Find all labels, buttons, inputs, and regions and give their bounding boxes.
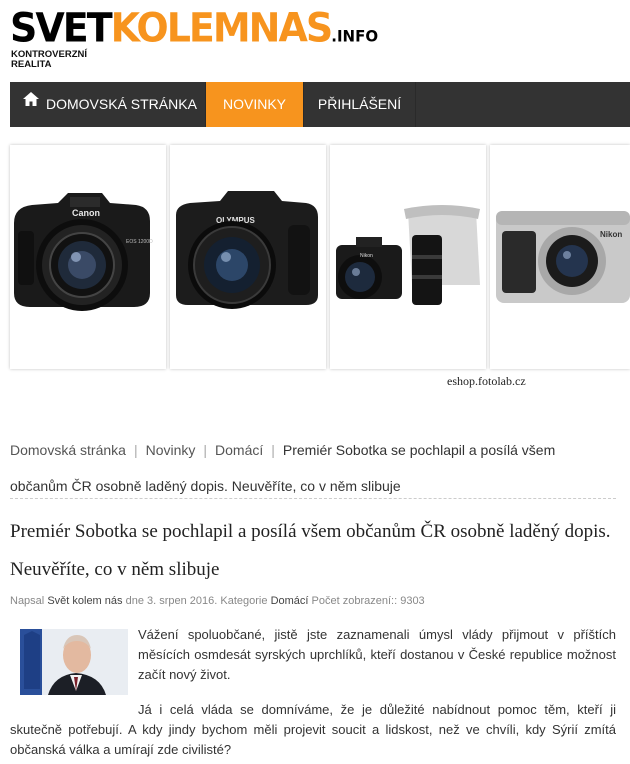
breadcrumb-item-news[interactable]: Novinky [146, 442, 196, 458]
breadcrumb-separator: | [133, 442, 138, 458]
article-portrait-image [20, 629, 128, 695]
camera-brand-nikon-kit: Nikon [360, 253, 373, 259]
ad-camera-canon[interactable]: Canon EOS 1200D [10, 145, 166, 369]
ad-camera-nikon-kit[interactable]: Nikon [330, 145, 486, 369]
nav-item-login[interactable]: PŘIHLÁŠENÍ [304, 82, 416, 127]
logo-tagline-line-2: REALITA [11, 59, 52, 70]
breadcrumb-item-domestic[interactable]: Domácí [215, 442, 263, 458]
camera-olympus-image: OLYMPUS [176, 191, 318, 309]
breadcrumb-separator: | [203, 442, 208, 458]
meta-category[interactable]: Domácí [271, 595, 309, 607]
camera-brand-canon: Canon [72, 208, 100, 218]
nav-item-home-label: DOMOVSKÁ STRÁNKA [46, 96, 197, 112]
article-title: Premiér Sobotka se pochlapil a posílá vš… [10, 521, 611, 580]
logo-tagline: KONTROVERZNÍ REALITA [11, 50, 87, 70]
camera-nikon-silver-image: Nikon [496, 211, 630, 303]
article-meta: Napsal Svět kolem nás dne 3. srpen 2016.… [10, 595, 425, 607]
camera-brand-nikon-silver: Nikon [600, 230, 622, 239]
nav-item-news-label: NOVINKY [222, 96, 286, 112]
meta-views: 9303 [400, 595, 425, 607]
meta-date-label: dne [125, 595, 144, 607]
meta-category-label: Kategorie [220, 595, 268, 607]
home-icon [22, 80, 40, 125]
meta-date: 3. srpen 2016. [147, 595, 218, 607]
logo-svet: SVET [10, 4, 113, 51]
ad-camera-nikon-silver[interactable]: Nikon [490, 145, 630, 369]
article-paragraph-1: Vážení spoluobčané, jistě jste zaznamena… [138, 627, 616, 682]
logo-info: .INFO [331, 26, 379, 46]
breadcrumb-divider [10, 498, 616, 499]
site-logo[interactable]: SVETKOLEMNAS.INFO KONTROVERZNÍ REALITA [10, 4, 430, 70]
ad-source-link[interactable]: eshop.fotolab.cz [447, 374, 526, 389]
camera-model-canon: EOS 1200D [126, 239, 153, 245]
article-paragraph-2: Já i celá vláda se domníváme, že je důle… [10, 702, 616, 757]
camera-nikon-kit-image: Nikon [336, 205, 480, 305]
camera-canon-image: Canon EOS 1200D [14, 193, 153, 311]
logo-kolemnas: KOLEMNAS [110, 4, 334, 51]
main-navigation: DOMOVSKÁ STRÁNKA NOVINKY PŘIHLÁŠENÍ [10, 82, 630, 127]
nav-item-login-label: PŘIHLÁŠENÍ [317, 96, 402, 112]
breadcrumb-item-home[interactable]: Domovská stránka [10, 442, 126, 458]
ad-camera-olympus[interactable]: OLYMPUS [170, 145, 326, 369]
meta-author: Svět kolem nás [47, 595, 123, 607]
nav-item-home[interactable]: DOMOVSKÁ STRÁNKA [10, 82, 206, 127]
nav-item-news[interactable]: NOVINKY [206, 82, 304, 127]
ad-banner[interactable]: Canon EOS 1200D OLYMPUS Nikon Nikon esho… [10, 145, 630, 391]
breadcrumb: Domovská stránka | Novinky | Domácí | Premiér … [10, 432, 616, 504]
breadcrumb-separator: | [271, 442, 275, 458]
meta-written-by-label: Napsal [10, 595, 45, 607]
meta-views-label: Počet zobrazení:: [311, 595, 398, 607]
